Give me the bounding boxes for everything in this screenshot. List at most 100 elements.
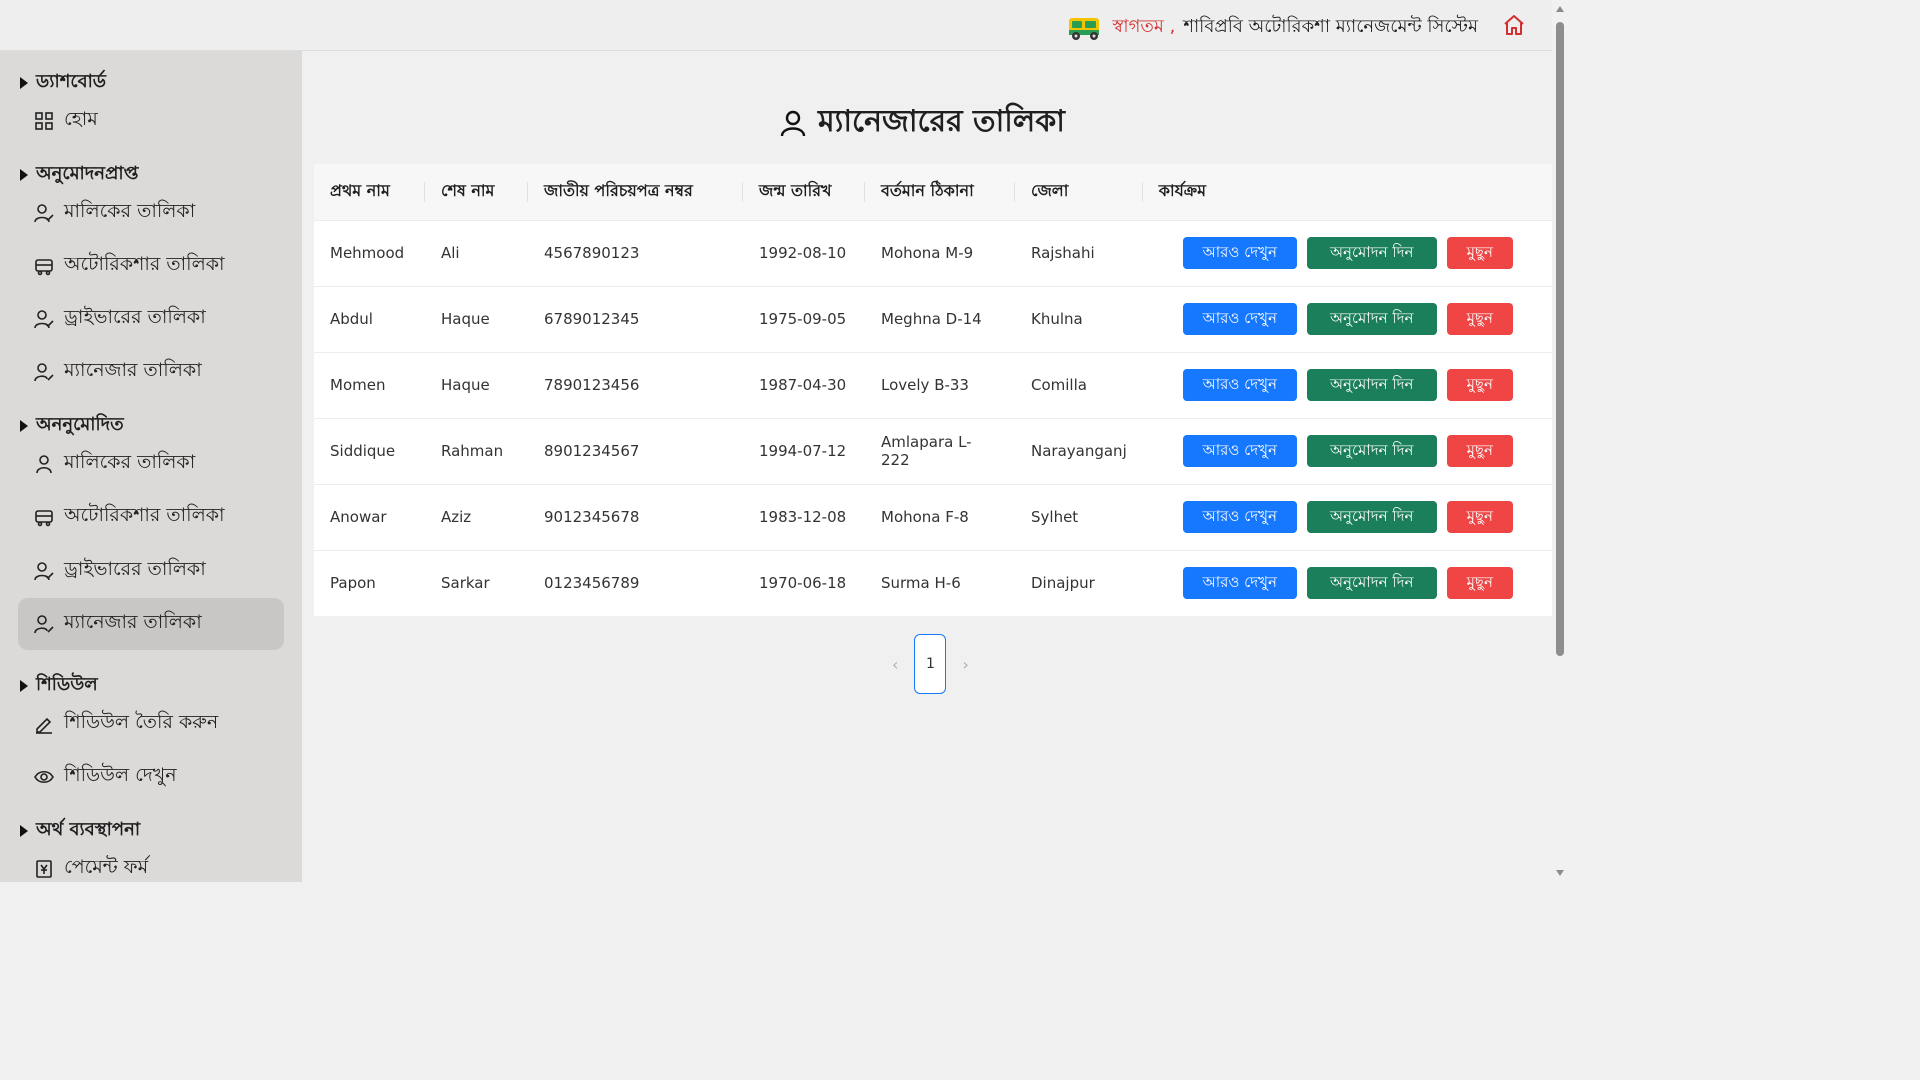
user-edit-icon: [34, 615, 54, 634]
cell-dob: 1975-09-05: [759, 310, 847, 328]
table-row: Papon Sarkar 0123456789 1970-06-18 Surma…: [314, 550, 1552, 616]
section-title: অর্থ ব্যবস্থাপনা: [36, 819, 141, 840]
section-approved[interactable]: অনুমোদনপ্রাপ্ত: [20, 159, 138, 190]
cell-last-name: Aziz: [441, 508, 472, 526]
cell-actions: আরও দেখুন অনুমোদন দিন মুছুন: [1143, 484, 1552, 550]
cell-actions: আরও দেখুন অনুমোদন দিন মুছুন: [1143, 220, 1552, 286]
cell-district: Dinajpur: [1031, 574, 1095, 593]
approve-button[interactable]: অনুমোদন দিন: [1306, 501, 1437, 533]
sidebar-item-approved-owners[interactable]: মালিকের তালিকা: [18, 187, 284, 239]
cell-last-name: Sarkar: [441, 574, 490, 593]
delete-button[interactable]: মুছুন: [1446, 435, 1513, 467]
scroll-up-arrow-icon[interactable]: [1556, 6, 1564, 12]
caret-right-icon: [20, 679, 28, 692]
sidebar-item-label: অটোরিকশার তালিকা: [64, 253, 225, 275]
column-header[interactable]: জাতীয় পরিচয়পত্র নম্বর: [528, 164, 743, 220]
sidebar-item-payment-form[interactable]: পেমেন্ট ফর্ম: [18, 843, 284, 882]
cell-nid: 4567890123: [544, 244, 640, 262]
cell-actions: আরও দেখুন অনুমোদন দিন মুছুন: [1143, 352, 1552, 418]
table-row: Abdul Haque 6789012345 1975-09-05 Meghna…: [314, 286, 1552, 352]
cell-district: Comilla: [1031, 376, 1087, 394]
column-header[interactable]: কার্যক্রম: [1143, 164, 1552, 220]
managers-table: প্রথম নাম শেষ নাম জাতীয় পরিচয়পত্র নম্ব…: [314, 164, 1552, 616]
section-title: শিডিউল: [36, 674, 98, 695]
column-header[interactable]: শেষ নাম: [425, 164, 528, 220]
sidebar-item-approved-drivers[interactable]: ড্রাইভারের তালিকা: [18, 293, 284, 345]
sidebar-item-label: শিডিউল দেখুন: [64, 764, 177, 786]
column-header[interactable]: জেলা: [1015, 164, 1143, 220]
sidebar-item-label: ড্রাইভারের তালিকা: [64, 558, 206, 580]
view-more-button[interactable]: আরও দেখুন: [1182, 369, 1297, 401]
sidebar-item-unapproved-owners[interactable]: মালিকের তালিকা: [18, 438, 284, 490]
table-row: Anowar Aziz 9012345678 1983-12-08 Mohona…: [314, 484, 1552, 550]
cell-district: Rajshahi: [1031, 244, 1095, 262]
view-more-button[interactable]: আরও দেখুন: [1182, 567, 1297, 600]
column-header[interactable]: জন্ম তারিখ: [743, 164, 865, 220]
scroll-thumb[interactable]: [1556, 22, 1564, 656]
cell-first-name: Anowar: [330, 508, 387, 526]
system-name: শাবিপ্রবি অটোরিকশা ম্যানেজমেন্ট সিস্টেম: [1183, 16, 1478, 37]
vehicle-icon: [35, 259, 53, 276]
caret-right-icon: [20, 76, 28, 89]
caret-right-icon: [20, 168, 28, 181]
user-check-icon: [34, 204, 54, 223]
autorickshaw-icon: [1069, 17, 1100, 40]
cell-first-name: Mehmood: [330, 244, 405, 262]
sidebar-item-label: ম্যানেজার তালিকা: [64, 611, 202, 633]
approve-button[interactable]: অনুমোদন দিন: [1306, 567, 1437, 600]
sidebar-item-view-schedule[interactable]: শিডিউল দেখুন: [18, 751, 284, 803]
cell-nid: 8901234567: [544, 442, 640, 460]
user-check-icon: [34, 310, 54, 329]
approve-button[interactable]: অনুমোদন দিন: [1306, 303, 1437, 335]
sidebar-item-approved-managers[interactable]: ম্যানেজার তালিকা: [18, 346, 284, 398]
prev-page-button[interactable]: ‹: [892, 655, 898, 674]
sidebar-item-approved-rickshaws[interactable]: অটোরিকশার তালিকা: [18, 240, 284, 292]
yen-receipt-icon: [36, 860, 52, 878]
cell-nid: 6789012345: [544, 310, 640, 328]
caret-right-icon: [20, 824, 28, 837]
approve-button[interactable]: অনুমোদন দিন: [1306, 237, 1437, 269]
top-bar: স্বাগতম , শাবিপ্রবি অটোরিকশা ম্যানেজমেন্…: [0, 0, 1552, 51]
section-unapproved[interactable]: অননুমোদিত: [20, 410, 124, 441]
user-edit-icon: [34, 363, 54, 382]
section-finance[interactable]: অর্থ ব্যবস্থাপনা: [20, 815, 140, 846]
view-more-button[interactable]: আরও দেখুন: [1182, 303, 1297, 335]
cell-address: Meghna D-14: [881, 310, 982, 328]
section-dashboard[interactable]: ড্যাশবোর্ড: [20, 67, 106, 98]
table-row: Momen Haque 7890123456 1987-04-30 Lovely…: [314, 352, 1552, 418]
cell-address: Surma H-6: [881, 574, 961, 593]
cell-address: Mohona M-9: [881, 244, 974, 262]
approve-button[interactable]: অনুমোদন দিন: [1306, 435, 1437, 467]
section-schedule[interactable]: শিডিউল: [20, 670, 98, 701]
view-more-button[interactable]: আরও দেখুন: [1182, 501, 1297, 533]
scroll-down-arrow-icon[interactable]: [1556, 870, 1564, 876]
delete-button[interactable]: মুছুন: [1446, 369, 1513, 401]
cell-dob: 1994-07-12: [759, 442, 847, 460]
view-more-button[interactable]: আরও দেখুন: [1182, 237, 1297, 269]
home-icon[interactable]: [1502, 13, 1526, 37]
next-page-button[interactable]: ›: [962, 655, 968, 674]
sidebar: ড্যাশবোর্ড হোম অনুমোদনপ্রাপ্ত মালিকের তা…: [0, 51, 302, 882]
vehicle-icon: [35, 510, 53, 527]
column-header[interactable]: প্রথম নাম: [314, 164, 425, 220]
sidebar-item-home[interactable]: হোম: [18, 95, 284, 147]
vertical-scrollbar[interactable]: [1552, 0, 1568, 882]
cell-first-name: Abdul: [330, 310, 373, 328]
delete-button[interactable]: মুছুন: [1446, 303, 1513, 335]
page-title: ম্যানেজারের তালিকা: [778, 97, 1065, 148]
delete-button[interactable]: মুছুন: [1446, 501, 1513, 533]
caret-right-icon: [20, 419, 28, 432]
column-header[interactable]: বর্তমান ঠিকানা: [865, 164, 1015, 220]
delete-button[interactable]: মুছুন: [1446, 567, 1513, 600]
sidebar-item-create-schedule[interactable]: শিডিউল তৈরি করুন: [18, 698, 284, 750]
sidebar-item-unapproved-rickshaws[interactable]: অটোরিকশার তালিকা: [18, 491, 284, 543]
approve-button[interactable]: অনুমোদন দিন: [1306, 369, 1437, 401]
sidebar-item-unapproved-managers[interactable]: ম্যানেজার তালিকা: [18, 598, 284, 650]
view-more-button[interactable]: আরও দেখুন: [1182, 435, 1297, 467]
cell-dob: 1987-04-30: [759, 376, 847, 394]
sidebar-item-unapproved-drivers[interactable]: ড্রাইভারের তালিকা: [18, 545, 284, 597]
cell-first-name: Momen: [330, 376, 386, 394]
delete-button[interactable]: মুছুন: [1446, 237, 1513, 269]
cell-address: Lovely B-33: [881, 376, 969, 394]
page-number-button[interactable]: 1: [914, 634, 947, 694]
